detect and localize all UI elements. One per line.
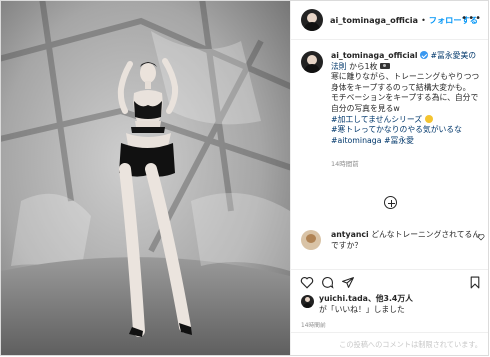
likes-count[interactable]: 、他3.4万人 <box>368 294 413 303</box>
post-caption: ai_tominaga_official #冨永愛美の法則 から1枚 寒に離りな… <box>301 51 483 168</box>
heart-icon[interactable] <box>300 276 314 289</box>
post-header: ai_tominaga_officia • フォローする ••• <box>291 1 488 40</box>
post-side-panel: ai_tominaga_officia • フォローする ••• ai_tomi… <box>290 1 488 355</box>
load-more-comments-icon[interactable] <box>384 196 397 209</box>
comment-icon[interactable] <box>321 276 334 289</box>
liker-avatar[interactable] <box>301 295 314 308</box>
verified-badge-icon <box>420 51 429 59</box>
header-username[interactable]: ai_tominaga_officia <box>330 15 418 25</box>
instagram-post: ai_tominaga_officia • フォローする ••• ai_tomi… <box>0 0 489 356</box>
comment-bar: この投稿へのコメントは制限されています。 <box>291 332 488 355</box>
photo-illustration <box>1 1 290 355</box>
header-separator: • <box>421 15 426 25</box>
hashtag-tominaga[interactable]: #冨永愛 <box>384 136 414 145</box>
caption-line3: モチベーションをキープする為に、自分で自分の写真を見るw <box>331 93 479 113</box>
likes-line2: が「いいね！」しました <box>319 304 405 314</box>
caption-line2: 寒に離りながら、トレーニングもやりつつ身体をキープするのって結構大変かも。 <box>331 72 480 92</box>
caption-text: ai_tominaga_official #冨永愛美の法則 から1枚 寒に離りな… <box>331 51 483 146</box>
post-actions-bar <box>291 269 488 292</box>
likes-summary: yuichi.tada、他3.4万人 が「いいね！」しました <box>301 294 413 315</box>
comment-item: antyanci どんなトレーニングされてるんですか？ <box>301 230 485 251</box>
liker-username[interactable]: yuichi.tada <box>319 294 368 303</box>
hashtag-training[interactable]: #寒トレってかなりのやる気がいるな <box>331 125 462 134</box>
post-photo[interactable] <box>1 1 290 355</box>
comment-username[interactable]: antyanci <box>331 230 369 239</box>
hashtag-not-edited[interactable]: #加工してませんシリーズ <box>331 115 422 124</box>
share-icon[interactable] <box>341 276 355 289</box>
sweat-smile-emoji-icon <box>424 114 433 123</box>
caption-avatar[interactable] <box>301 51 323 73</box>
comment-avatar[interactable] <box>301 230 321 250</box>
caption-line1-rest: から1枚 <box>346 61 378 71</box>
post-timestamp[interactable]: 14時間前 <box>301 320 326 329</box>
caption-time-ago: 14時間前 <box>331 160 359 169</box>
comment-text: antyanci どんなトレーニングされてるんですか？ <box>331 230 483 251</box>
avatar[interactable] <box>301 9 323 31</box>
bookmark-icon[interactable] <box>469 276 481 289</box>
more-horizontal-icon[interactable]: ••• <box>461 13 482 24</box>
hashtag-aitominaga[interactable]: #aitominaga <box>331 136 382 145</box>
camera-emoji-icon <box>379 62 390 69</box>
comment-like-heart-icon[interactable] <box>477 233 485 241</box>
comments-restricted-notice: この投稿へのコメントは制限されています。 <box>339 340 482 349</box>
caption-username[interactable]: ai_tominaga_official <box>331 51 418 60</box>
